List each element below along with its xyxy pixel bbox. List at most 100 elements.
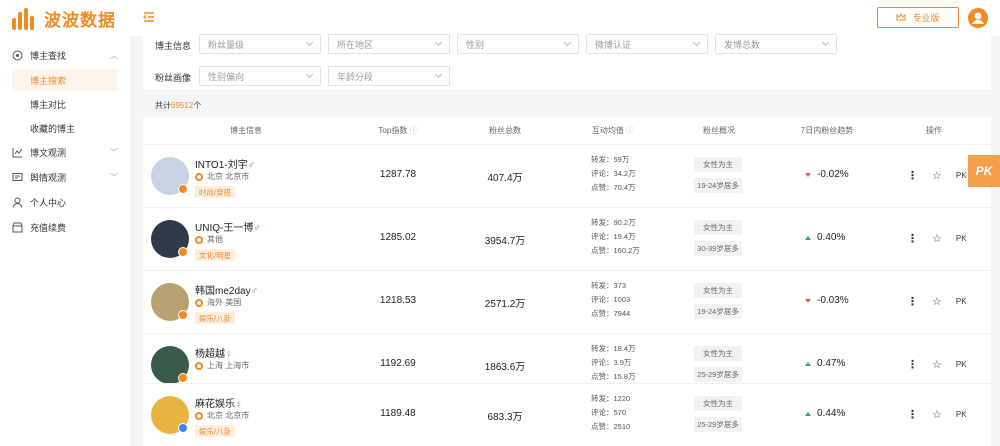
verified-badge-icon bbox=[178, 373, 188, 383]
blogger-name[interactable]: 杨超越♀ bbox=[195, 345, 233, 360]
top-index-value: 1285.02 bbox=[379, 232, 417, 243]
fans-level-select[interactable]: 粉丝量级 bbox=[199, 34, 321, 54]
pk-button[interactable]: PK bbox=[956, 234, 967, 243]
sidebar-item-label: 个人中心 bbox=[30, 197, 67, 208]
more-options-icon[interactable]: ⋮ bbox=[907, 359, 918, 370]
fans-trend: 0.47% bbox=[805, 358, 845, 369]
location-icon bbox=[195, 235, 203, 244]
comments-value: 评论：3.9万 bbox=[591, 358, 632, 367]
table-row[interactable]: UNIQ-王一博♂ 其他 文化/明星 1285.02 3954.7万 转发：90… bbox=[143, 207, 991, 270]
pk-button[interactable]: PK bbox=[956, 360, 967, 369]
gender-icon: ♀ bbox=[225, 349, 233, 360]
blogger-location: 北京 北京市 bbox=[195, 410, 249, 421]
fans-profile: 女性为主 19-24岁居多 bbox=[694, 283, 742, 325]
favorite-star-icon[interactable]: ☆ bbox=[932, 358, 942, 371]
chevron-down-icon bbox=[692, 38, 701, 47]
favorite-star-icon[interactable]: ☆ bbox=[932, 169, 942, 182]
sidebar-item-label: 博主查找 bbox=[30, 50, 67, 61]
more-options-icon[interactable]: ⋮ bbox=[907, 170, 918, 181]
more-options-icon[interactable]: ⋮ bbox=[907, 409, 918, 420]
sidebar-item-opinion-observe[interactable]: 舆情观测 ﹀ bbox=[0, 166, 130, 188]
trend-up-icon bbox=[805, 235, 811, 240]
logo[interactable]: 波波数据 bbox=[12, 6, 116, 31]
interaction-values: 转发：18.4万 评论：3.9万 点赞：15.8万 bbox=[591, 342, 636, 384]
fans-total-value: 683.3万 bbox=[487, 412, 523, 423]
sidebar-subitem-blogger-compare[interactable]: 博主对比 bbox=[12, 93, 118, 115]
fans-trend: 0.44% bbox=[805, 408, 845, 419]
blogger-location: 北京 北京市 bbox=[195, 171, 249, 182]
chevron-down-icon: ﹀ bbox=[110, 172, 118, 182]
fans-trend: -0.03% bbox=[805, 295, 849, 306]
blogger-name[interactable]: 麻花娱乐♀ bbox=[195, 395, 243, 410]
monitor-icon bbox=[12, 172, 23, 181]
trend-up-icon bbox=[805, 361, 811, 366]
chevron-down-icon bbox=[434, 38, 443, 47]
region-select[interactable]: 所在地区 bbox=[328, 34, 450, 54]
sidebar-item-blogger-search[interactable]: 博主查找 ︿ bbox=[0, 44, 130, 66]
help-icon: ⓘ bbox=[626, 126, 635, 135]
chevron-down-icon bbox=[434, 70, 443, 79]
filter-row-label: 博主信息 bbox=[155, 41, 192, 51]
pk-button[interactable]: PK bbox=[956, 410, 967, 419]
sidebar-item-personal-center[interactable]: 个人中心 bbox=[0, 191, 130, 213]
row-actions: ⋮ ☆ PK bbox=[907, 295, 967, 308]
reposts-value: 转发：90.2万 bbox=[591, 218, 636, 227]
sidebar: 博主查找 ︿ 博主搜索 博主对比 收藏的博主 博文观测 ﹀ 舆情观测 ﹀ 个人中… bbox=[0, 36, 130, 446]
filter-panel: 博主信息 粉丝量级 所在地区 性别 微博认证 发博总数 粉丝画像 性别偏向 年龄… bbox=[143, 29, 991, 89]
column-header-blogger-info: 博主信息 bbox=[230, 126, 262, 135]
weibo-verify-select[interactable]: 微博认证 bbox=[586, 34, 708, 54]
row-actions: ⋮ ☆ PK bbox=[907, 358, 967, 371]
table-row[interactable]: 韩国me2day♂ 海外 美国 娱乐/八卦 1218.53 2571.2万 转发… bbox=[143, 270, 991, 333]
fans-total-value: 1863.6万 bbox=[484, 362, 526, 373]
blogger-name[interactable]: UNIQ-王一博♂ bbox=[195, 219, 261, 234]
category-tag: 文化/明星 bbox=[195, 249, 236, 261]
fans-gender-tag: 女性为主 bbox=[694, 346, 742, 361]
reposts-value: 转发：373 bbox=[591, 281, 627, 290]
chevron-up-icon: ︿ bbox=[110, 50, 118, 60]
fans-age-tag: 30-39岁居多 bbox=[694, 241, 742, 256]
favorite-star-icon[interactable]: ☆ bbox=[932, 232, 942, 245]
fans-age-tag: 19-24岁居多 bbox=[694, 304, 742, 319]
fans-gender-tag: 女性为主 bbox=[694, 283, 742, 298]
pk-button[interactable]: PK bbox=[956, 171, 967, 180]
pk-button[interactable]: PK bbox=[956, 297, 967, 306]
category-tag: 娱乐/八卦 bbox=[195, 312, 236, 324]
gender-bias-select[interactable]: 性别偏向 bbox=[199, 66, 321, 86]
column-header-interaction[interactable]: 互动均值 ⓘ bbox=[578, 125, 648, 136]
sidebar-subitem-blogger-search[interactable]: 博主搜索 bbox=[12, 69, 118, 91]
pk-float-button[interactable]: PK bbox=[968, 155, 1000, 187]
gender-icon: ♂ bbox=[247, 160, 256, 171]
column-header-top-index[interactable]: Top指数 ⓘ bbox=[363, 125, 433, 136]
favorite-star-icon[interactable]: ☆ bbox=[932, 295, 942, 308]
more-options-icon[interactable]: ⋮ bbox=[907, 233, 918, 244]
compass-icon bbox=[12, 50, 23, 60]
comments-value: 评论：570 bbox=[591, 408, 627, 417]
result-count: 69512 bbox=[171, 101, 194, 110]
sidebar-item-post-observe[interactable]: 博文观测 ﹀ bbox=[0, 141, 130, 163]
menu-collapse-icon[interactable] bbox=[143, 12, 155, 22]
age-group-select[interactable]: 年龄分段 bbox=[328, 66, 450, 86]
category-tag: 娱乐/八卦 bbox=[195, 425, 236, 437]
table-row[interactable]: 麻花娱乐♀ 北京 北京市 娱乐/八卦 1189.48 683.3万 转发：122… bbox=[143, 383, 991, 446]
pro-version-button[interactable]: 专业版 bbox=[877, 7, 959, 28]
verified-badge-icon bbox=[178, 310, 188, 320]
sidebar-item-recharge[interactable]: 充值续费 bbox=[0, 216, 130, 238]
column-header-actions: 操作 bbox=[926, 126, 942, 135]
column-header-fans-profile: 粉丝概况 bbox=[703, 126, 735, 135]
table-row[interactable]: INTO1-刘宇♂ 北京 北京市 时尚/穿搭 1287.78 407.4万 转发… bbox=[143, 144, 991, 207]
more-options-icon[interactable]: ⋮ bbox=[907, 296, 918, 307]
user-avatar-icon[interactable] bbox=[968, 8, 988, 28]
logo-text: 波波数据 bbox=[44, 11, 116, 30]
sidebar-subitem-favorites[interactable]: 收藏的博主 bbox=[12, 117, 118, 139]
interaction-values: 转发：90.2万 评论：19.4万 点赞：160.2万 bbox=[591, 216, 640, 258]
gender-icon: ♂ bbox=[253, 223, 261, 234]
gender-select[interactable]: 性别 bbox=[457, 34, 579, 54]
result-total: 共计69512个 bbox=[155, 101, 202, 110]
favorite-star-icon[interactable]: ☆ bbox=[932, 408, 942, 421]
verified-badge-icon bbox=[178, 423, 188, 433]
post-count-select[interactable]: 发博总数 bbox=[715, 34, 837, 54]
likes-value: 点赞：2510 bbox=[591, 422, 631, 431]
blogger-name[interactable]: INTO1-刘宇♂ bbox=[195, 156, 255, 171]
row-actions: ⋮ ☆ PK bbox=[907, 232, 967, 245]
blogger-name[interactable]: 韩国me2day♂ bbox=[195, 282, 258, 297]
